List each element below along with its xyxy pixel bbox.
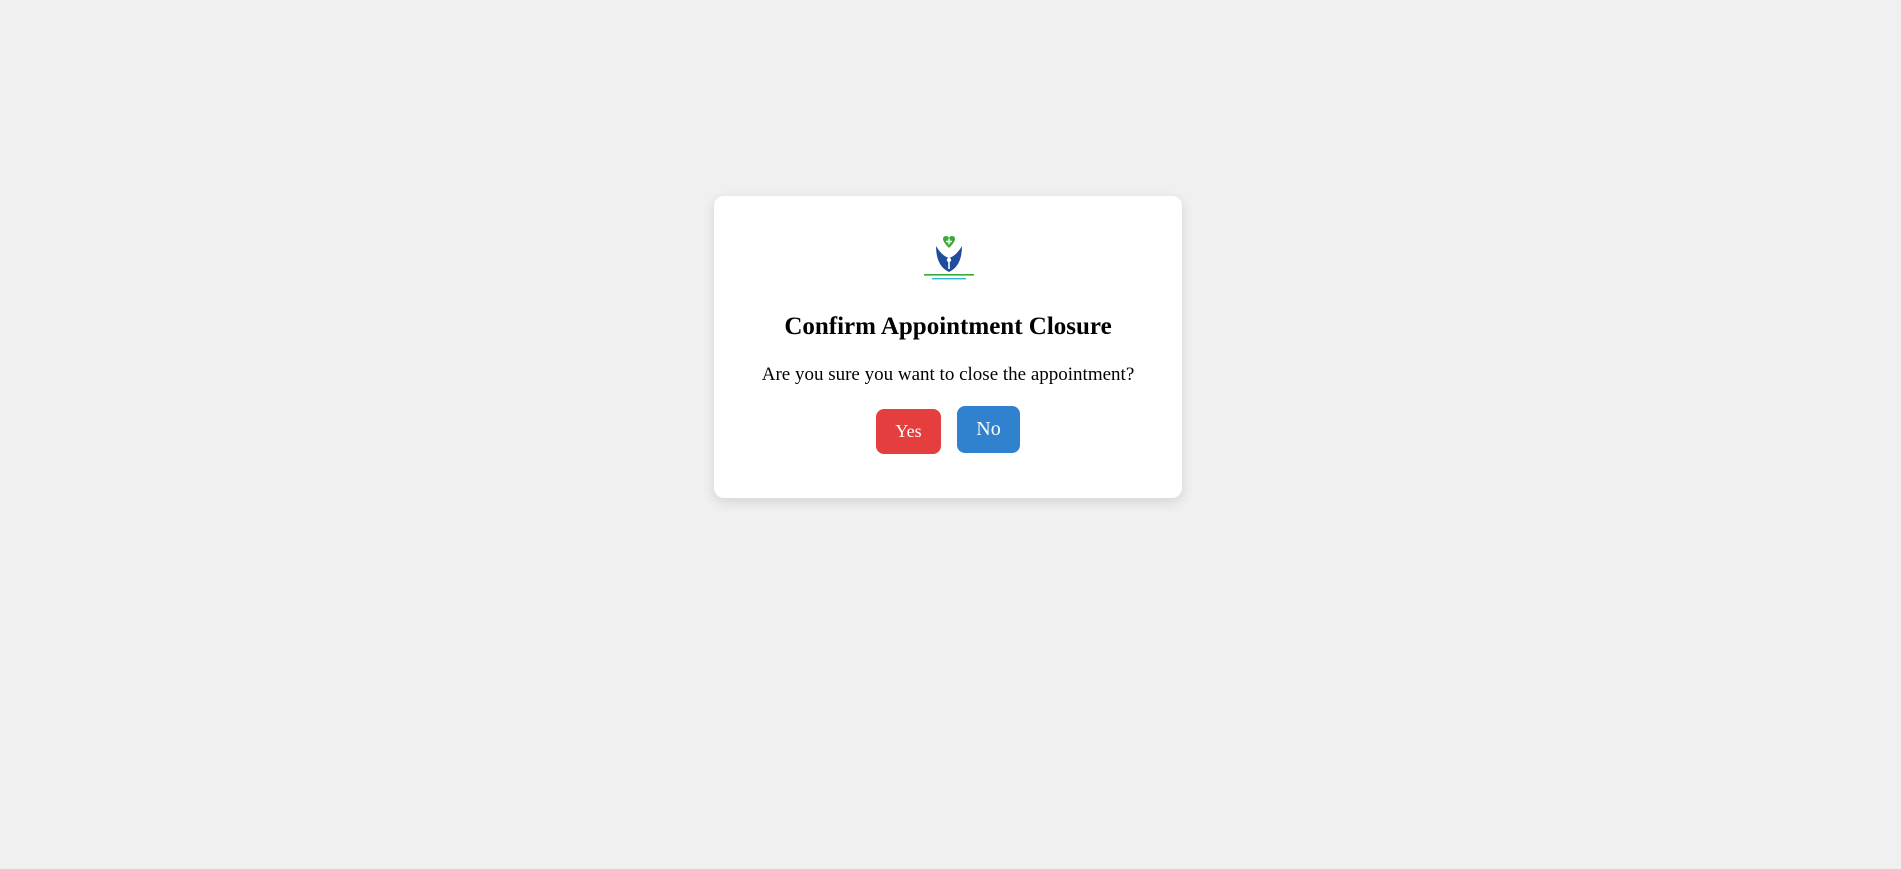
yes-button[interactable]: Yes [876,409,941,454]
no-button[interactable]: No [957,406,1020,453]
dialog-message: Are you sure you want to close the appoi… [761,364,1135,385]
healthcare-logo-icon [924,236,974,280]
confirm-dialog: Confirm Appointment Closure Are you sure… [714,196,1182,498]
dialog-title: Confirm Appointment Closure [784,313,1112,340]
